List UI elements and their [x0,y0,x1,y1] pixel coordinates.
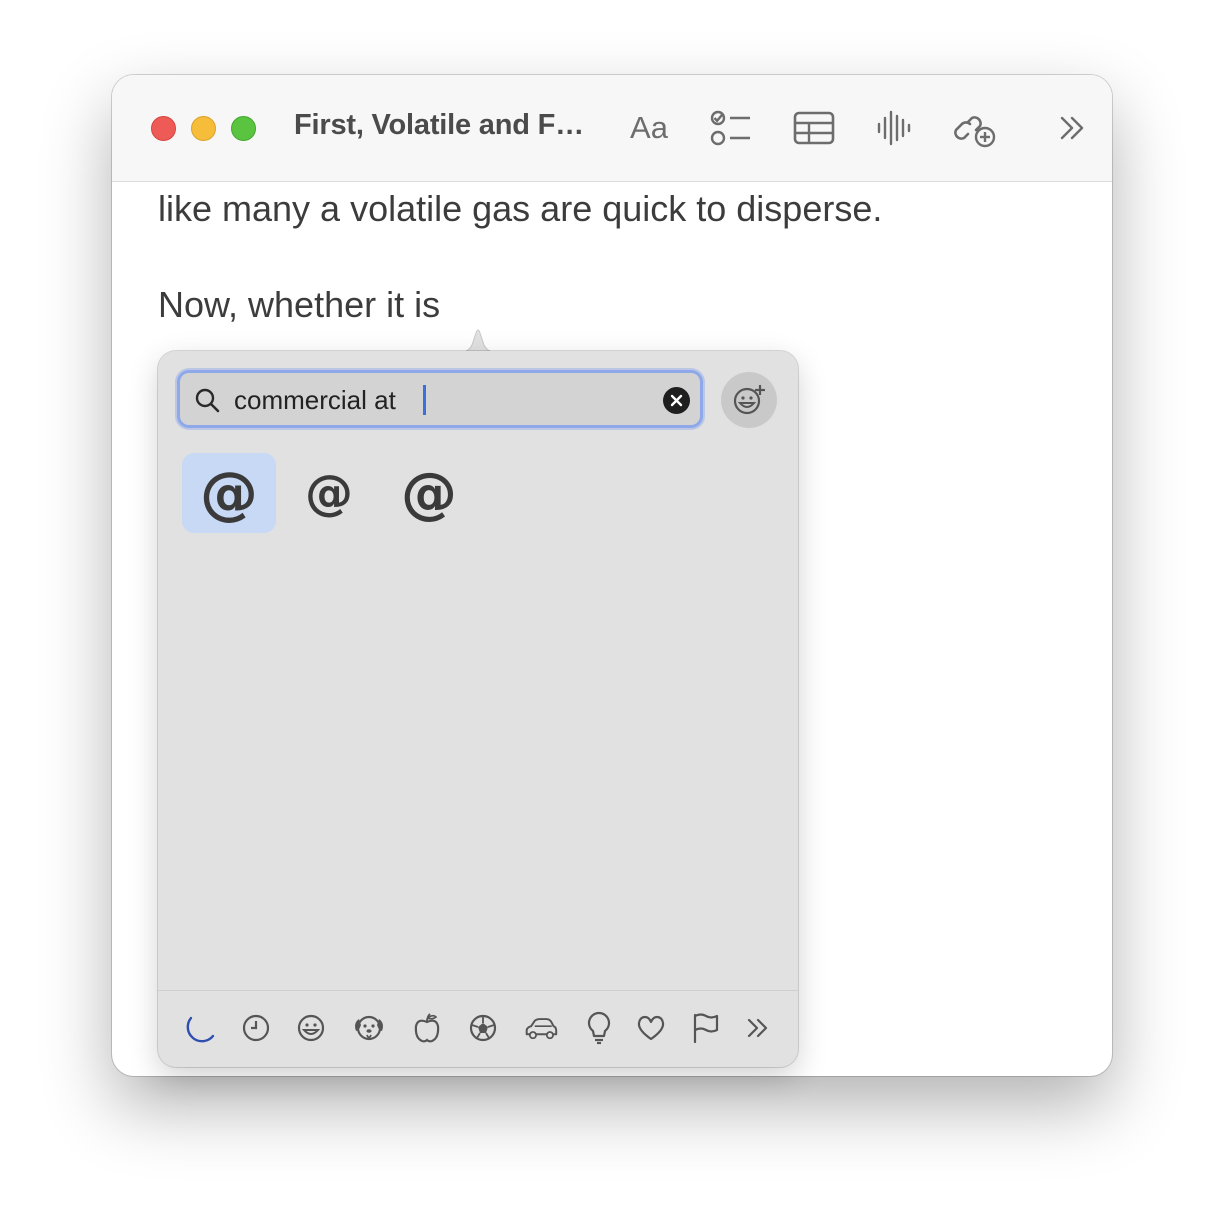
title-bar: First, Volatile and F… Aa [112,75,1112,182]
popover-arrow [458,329,498,353]
emoji-category-bar [158,990,798,1068]
collaborate-icon [954,116,996,148]
stickers-icon [186,1016,215,1043]
add-emoji-sticker-icon [733,385,765,415]
minimize-window-button[interactable] [191,116,216,141]
note-text-line: like many a volatile gas are quick to di… [158,188,883,229]
table-button[interactable] [792,105,836,151]
audio-waveform-icon [877,110,911,146]
format-button[interactable]: Aa [622,105,676,151]
collaborate-button[interactable] [952,105,998,151]
category-stickers[interactable] [184,1011,218,1045]
more-icon [1060,116,1084,140]
table-icon [793,111,835,145]
close-window-button[interactable] [151,116,176,141]
checklist-icon [710,110,750,146]
smiley-icon [297,1014,325,1042]
recent-clock-icon [242,1014,270,1042]
emoji-result-item[interactable]: @ [382,453,476,533]
close-icon [670,394,683,407]
more-categories-icon [747,1018,768,1038]
emoji-picker-popover: @ @ @ [158,351,798,1067]
text-caret [423,385,426,415]
category-objects[interactable] [582,1011,616,1045]
audio-button[interactable] [874,105,914,151]
apple-icon [414,1013,440,1043]
soccer-ball-icon [469,1014,497,1042]
checklist-button[interactable] [708,105,754,151]
category-travel[interactable] [524,1011,558,1045]
category-food[interactable] [410,1011,444,1045]
toolbar-more-button[interactable] [1054,105,1090,151]
category-activities[interactable] [466,1011,500,1045]
emoji-search-input[interactable] [234,381,654,419]
category-recent[interactable] [239,1011,273,1045]
category-symbols[interactable] [634,1011,668,1045]
category-smileys[interactable] [294,1011,328,1045]
flag-icon [693,1013,719,1044]
category-animals[interactable] [352,1011,386,1045]
create-sticker-button[interactable] [721,372,777,428]
note-text-line: Now, whether it is [158,284,441,325]
category-more[interactable] [741,1011,775,1045]
search-icon [195,388,220,413]
emoji-result-item[interactable]: @ [282,453,376,533]
emoji-result-item[interactable]: @ [182,453,276,533]
emoji-results: @ @ @ [182,453,782,533]
car-icon [525,1018,558,1040]
heart-icon [637,1015,665,1041]
dog-face-icon [355,1015,383,1041]
zoom-window-button[interactable] [231,116,256,141]
lightbulb-icon [587,1011,611,1045]
window-title: First, Volatile and F… [294,109,584,141]
clear-search-button[interactable] [663,387,690,414]
category-flags[interactable] [688,1011,722,1045]
emoji-search-field[interactable] [177,370,703,428]
